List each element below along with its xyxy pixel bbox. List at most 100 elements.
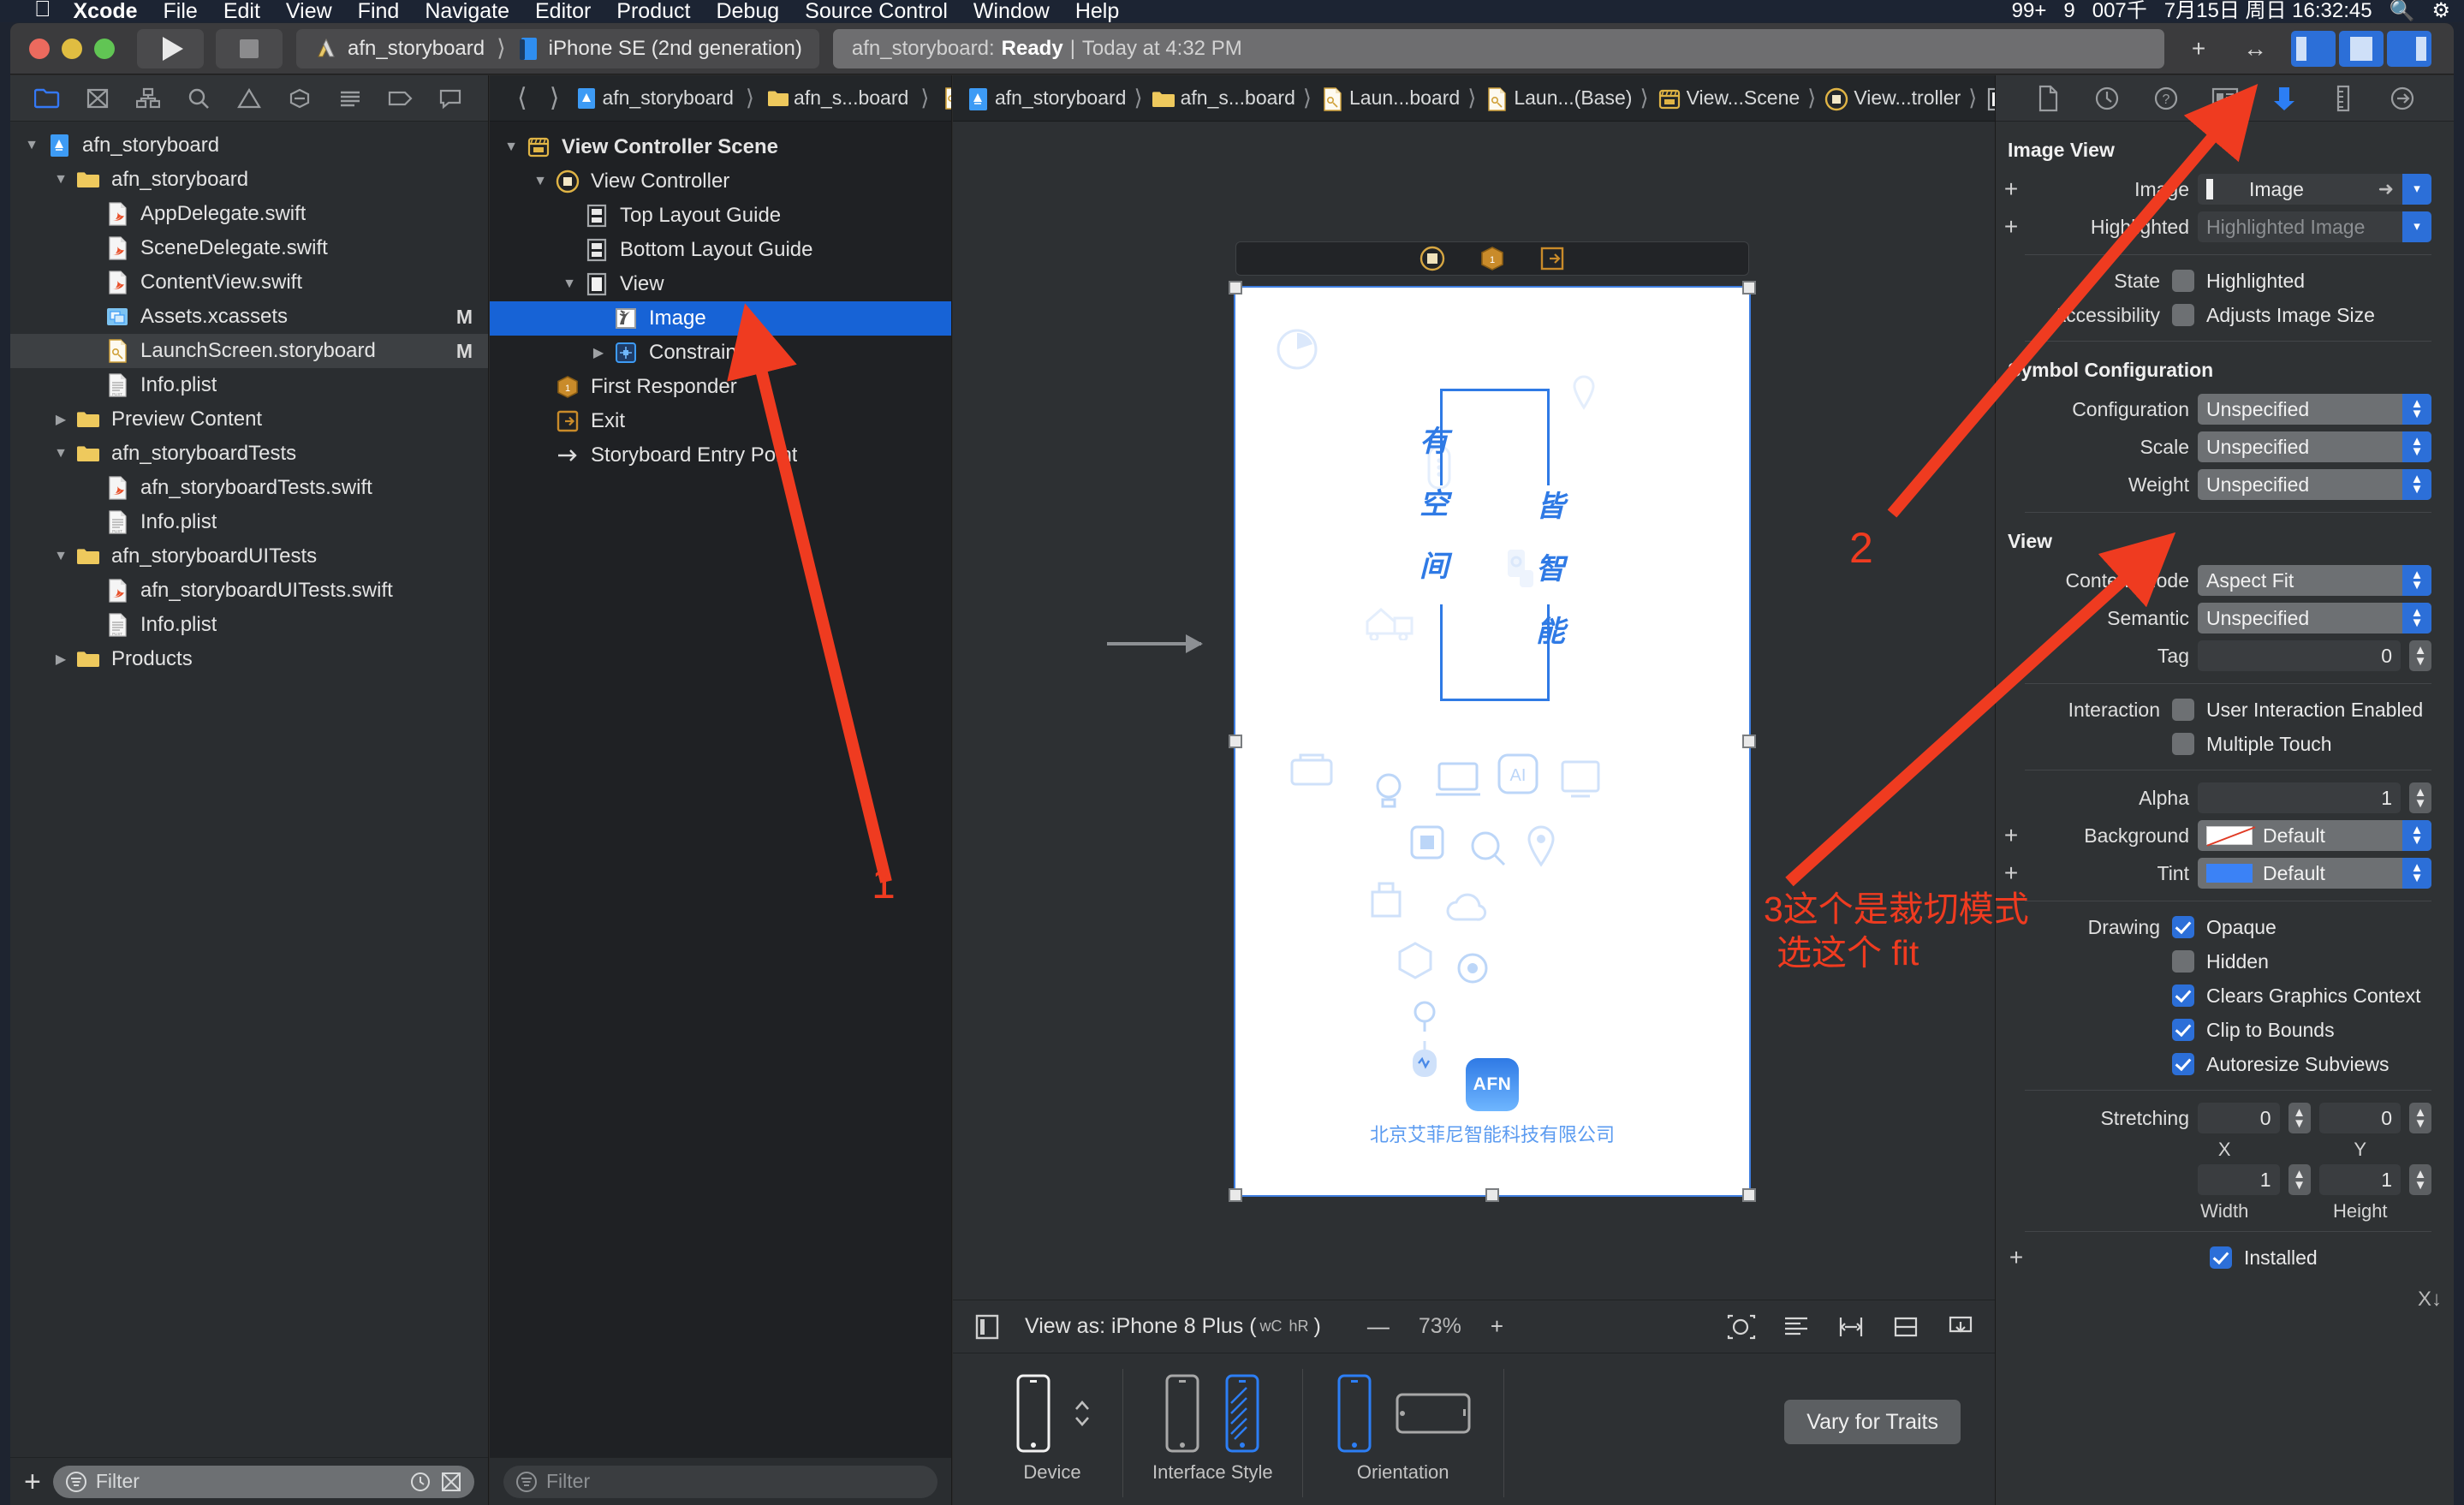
breadcrumb-folder[interactable]: afn_s...board: [766, 86, 908, 110]
outline-row[interactable]: ▶ Constraints: [490, 336, 951, 370]
canvas-breadcrumb-segment[interactable]: View...troller: [1824, 86, 1961, 110]
history-inspector-icon[interactable]: [2089, 82, 2125, 115]
disclosure-triangle[interactable]: ▼: [560, 275, 579, 294]
tint-select[interactable]: Default ▲ ▼: [2198, 858, 2431, 889]
debug-navigator-icon[interactable]: [334, 84, 366, 113]
issue-navigator-icon[interactable]: [233, 84, 265, 113]
canvas-breadcrumb-segment[interactable]: View...Scene: [1657, 86, 1800, 110]
orientation-portrait-icon[interactable]: [1332, 1372, 1377, 1454]
assistant-editor-button[interactable]: ↔: [2235, 31, 2276, 67]
image-combo-chevron[interactable]: ▾: [2402, 174, 2431, 205]
disclosure-triangle[interactable]: ▼: [51, 170, 70, 189]
tag-stepper[interactable]: ▲ ▼: [2409, 640, 2431, 671]
zoom-to-fit-icon[interactable]: [1726, 1313, 1757, 1341]
resize-handle[interactable]: [1742, 1188, 1756, 1202]
menu-item-navigate[interactable]: Navigate: [425, 0, 509, 22]
quick-help-icon[interactable]: ?: [2148, 82, 2184, 115]
file-tree-row[interactable]: ▼ afn_storyboardTests: [10, 437, 488, 471]
scm-filter-icon[interactable]: [440, 1471, 462, 1493]
control-center-icon[interactable]: ⚙: [2431, 0, 2450, 22]
test-navigator-icon[interactable]: [283, 84, 316, 113]
minimize-button[interactable]: [62, 38, 82, 59]
canvas-breadcrumb-segment[interactable]: Laun...(Base): [1484, 86, 1632, 111]
tag-input[interactable]: 0: [2198, 640, 2401, 671]
project-file-tree[interactable]: ▼ afn_storyboard ▼ afn_storyboard AppDelegat…: [10, 122, 488, 1457]
breadcrumb-file[interactable]: Laun...board: [941, 86, 951, 110]
stop-button[interactable]: [216, 28, 283, 68]
outline-row[interactable]: Top Layout Guide: [490, 199, 951, 233]
stretch-y-stepper[interactable]: ▲ ▼: [2409, 1103, 2431, 1133]
menu-item-file[interactable]: File: [164, 0, 198, 22]
resize-handle[interactable]: [1229, 735, 1242, 748]
alpha-input[interactable]: 1: [2198, 782, 2401, 813]
disclosure-triangle[interactable]: [80, 342, 99, 360]
canvas-breadcrumb-segment[interactable]: afn_storyboard: [965, 86, 1126, 110]
disclosure-triangle[interactable]: ▼: [51, 444, 70, 463]
pin-icon[interactable]: [1836, 1313, 1866, 1341]
outline-row[interactable]: ▼ View Controller Scene: [490, 130, 951, 164]
close-button[interactable]: [29, 38, 50, 59]
disclosure-triangle[interactable]: ▶: [51, 650, 70, 669]
disclosure-triangle[interactable]: [531, 378, 550, 396]
file-tree-row[interactable]: ▶ Preview Content: [10, 402, 488, 437]
stretch-height-stepper[interactable]: ▲ ▼: [2409, 1164, 2431, 1195]
semantic-select[interactable]: Unspecified ▲ ▼: [2198, 603, 2431, 634]
stretch-height-input[interactable]: 1: [2318, 1164, 2401, 1195]
outline-row[interactable]: ▼ View: [490, 267, 951, 301]
menu-item-edit[interactable]: Edit: [223, 0, 260, 22]
report-navigator-icon[interactable]: [434, 84, 467, 113]
interface-style-dark-icon[interactable]: [1220, 1372, 1265, 1454]
image-navigate-icon[interactable]: ➜: [2378, 178, 2394, 200]
tint-stepper-icon[interactable]: ▲ ▼: [2402, 858, 2431, 889]
attributes-inspector-icon[interactable]: [2266, 82, 2302, 115]
file-tree-row[interactable]: PLIST Info.plist: [10, 368, 488, 402]
user-interaction-enabled-checkbox[interactable]: [2172, 699, 2194, 721]
disclosure-triangle[interactable]: ▼: [502, 138, 521, 157]
canvas-breadcrumb-segment[interactable]: Laun...board: [1319, 86, 1460, 111]
add-editor-button[interactable]: +: [2178, 31, 2219, 67]
menu-item-source-control[interactable]: Source Control: [805, 0, 948, 22]
menu-item-window[interactable]: Window: [973, 0, 1050, 22]
file-tree-row[interactable]: SceneDelegate.swift: [10, 231, 488, 265]
back-button[interactable]: ⟨: [517, 83, 527, 113]
disclosure-triangle[interactable]: [80, 273, 99, 292]
toggle-traits-button[interactable]: [972, 1312, 1003, 1342]
scale-stepper-icon[interactable]: ▲ ▼: [2402, 431, 2431, 462]
configuration-stepper-icon[interactable]: ▲ ▼: [2402, 394, 2431, 425]
resize-handle[interactable]: [1742, 735, 1756, 748]
window-controls[interactable]: [29, 38, 115, 59]
disclosure-triangle[interactable]: [560, 241, 579, 259]
disclosure-triangle[interactable]: ▼: [51, 547, 70, 566]
forward-button[interactable]: ⟩: [550, 83, 560, 113]
scene-outline-tree[interactable]: ▼ View Controller Scene ▼ View Controller To…: [490, 122, 951, 1457]
highlighted-checkbox[interactable]: [2172, 270, 2194, 292]
launch-screen-preview[interactable]: AI 有 空 间 皆 智 能 AFN 北京艾菲尼智能科技有限公司: [1229, 281, 1756, 1202]
add-background-variation-button[interactable]: +: [2001, 822, 2021, 849]
file-tree-row[interactable]: ▶ Products: [10, 642, 488, 676]
outline-filter-input[interactable]: Filter: [503, 1465, 937, 1498]
device-iphone-icon[interactable]: [1011, 1372, 1056, 1454]
orientation-landscape-icon[interactable]: [1392, 1388, 1474, 1439]
resize-handle[interactable]: [1229, 1188, 1242, 1202]
add-tint-variation-button[interactable]: +: [2001, 860, 2021, 887]
outline-row[interactable]: Image: [490, 301, 951, 336]
weight-select[interactable]: Unspecified ▲ ▼: [2198, 469, 2431, 500]
zoom-button[interactable]: [94, 38, 115, 59]
menu-item-debug[interactable]: Debug: [716, 0, 779, 22]
scale-select[interactable]: Unspecified ▲ ▼: [2198, 431, 2431, 462]
file-tree-row[interactable]: PLIST Info.plist: [10, 505, 488, 539]
adjusts-image-size-checkbox[interactable]: [2172, 304, 2194, 326]
disclosure-triangle[interactable]: [531, 446, 550, 465]
canvas-breadcrumb-segment[interactable]: afn_s...board: [1151, 86, 1295, 110]
project-navigator-icon[interactable]: [31, 84, 63, 113]
weight-stepper-icon[interactable]: ▲ ▼: [2402, 469, 2431, 500]
image-combo[interactable]: Image ➜ ▾: [2198, 174, 2431, 205]
disclosure-triangle[interactable]: ▶: [51, 410, 70, 429]
notification-count[interactable]: 99+: [2012, 0, 2047, 22]
opaque-checkbox[interactable]: [2172, 916, 2194, 938]
add-highlighted-variation-button[interactable]: +: [2001, 213, 2021, 241]
add-installed-variation-button[interactable]: +: [2006, 1244, 2027, 1271]
align-icon[interactable]: [1781, 1313, 1812, 1341]
stretch-y-input[interactable]: 0: [2318, 1103, 2401, 1133]
outline-row[interactable]: Bottom Layout Guide: [490, 233, 951, 267]
